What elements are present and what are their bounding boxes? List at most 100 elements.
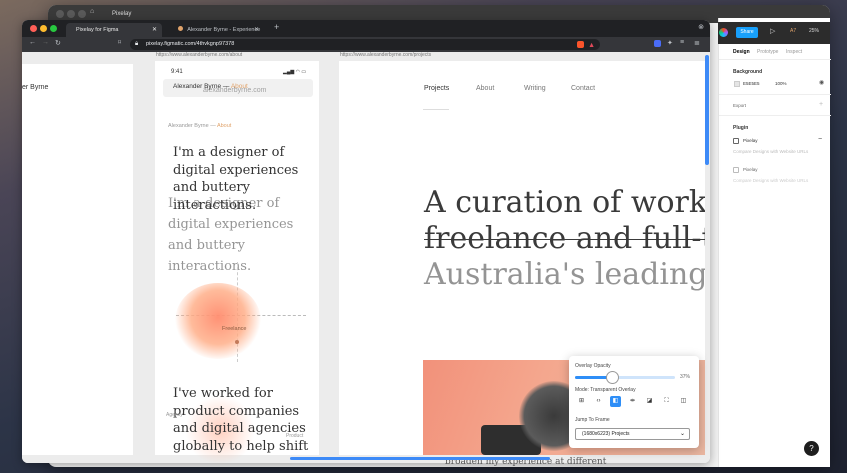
remove-plugin-icon[interactable]: −	[818, 136, 822, 143]
horizontal-scrollbar[interactable]	[290, 457, 550, 460]
opacity-value: 37%	[680, 374, 691, 380]
puzzle-icon[interactable]: ✦	[667, 39, 673, 47]
maximize-window-icon[interactable]	[50, 25, 57, 32]
brave-shield-icon[interactable]	[577, 41, 584, 48]
pixelay-overlay-panel: Overlay Opacity 37% Mode: Transparent Ov…	[569, 356, 699, 448]
plugin-label: Plugin	[733, 125, 749, 131]
lock-icon: 🔒︎	[135, 41, 139, 47]
background-color-value[interactable]: E5E5E5	[743, 81, 760, 86]
url-text: pixelay.figmatic.com/4thvkgnp97378	[146, 41, 235, 47]
divider	[719, 94, 831, 95]
favicon-icon	[178, 26, 183, 31]
close-window-icon[interactable]	[30, 25, 37, 32]
breadcrumb: Alexander Byrne — About	[168, 123, 232, 129]
nav-contact[interactable]: Contact	[571, 85, 595, 92]
new-tab-icon[interactable]: +	[274, 22, 279, 32]
figma-file-tab[interactable]: Pixelay	[106, 7, 137, 21]
mode-difference-icon[interactable]: ◪	[644, 396, 655, 407]
nav-writing[interactable]: Writing	[524, 85, 546, 92]
chevron-down-icon: ⌄	[679, 431, 685, 437]
opacity-slider[interactable]	[575, 371, 675, 384]
hero-line: freelance and full-tim	[424, 221, 705, 256]
divider	[719, 115, 831, 116]
share-button[interactable]: Share	[736, 27, 758, 38]
extension-icon[interactable]	[654, 40, 661, 47]
divider	[719, 59, 831, 60]
about-paragraph: I've worked for product companies and di…	[173, 386, 309, 454]
plugin-description: Compare Designs with Website URLs	[733, 149, 809, 154]
tab-inspect[interactable]: Inspect	[786, 49, 802, 55]
status-time: 9:41	[171, 69, 183, 75]
nav-projects[interactable]: Projects	[424, 85, 449, 92]
plugin-icon	[733, 167, 739, 173]
agency-label: Agency	[166, 412, 183, 418]
mode-transparent-icon[interactable]: ◧	[610, 396, 621, 407]
diagram-label: Freelance	[222, 326, 247, 332]
bookmark-icon[interactable]: ⌑	[118, 39, 121, 46]
figma-toolbar: Share ▷ A7 25%	[718, 22, 830, 44]
jump-to-frame-select[interactable]: (1680x6223) Projects ⌄	[575, 428, 690, 440]
mode-code-icon[interactable]: ‹›	[593, 396, 604, 407]
background-opacity-value[interactable]: 100%	[775, 81, 787, 86]
plugin-name[interactable]: Pixelay	[743, 167, 758, 172]
tab-bar: Pixelay for Figma ✕ Alexander Byrne - Ex…	[22, 20, 710, 47]
opacity-slider-thumb[interactable]	[606, 371, 619, 384]
tab-prototype[interactable]: Prototype	[757, 49, 778, 55]
nav-underline	[423, 109, 449, 110]
mode-label: Mode: Transparent Overlay	[575, 387, 636, 393]
plugin-icon	[733, 138, 739, 144]
tab-title: Pixelay for Figma	[76, 27, 119, 33]
close-dot-icon[interactable]	[56, 10, 64, 18]
reload-icon[interactable]: ↻	[55, 39, 61, 47]
mode-split-icon[interactable]: ⊞	[576, 396, 587, 407]
address-bar[interactable]: 🔒︎ pixelay.figmatic.com/4thvkgnp97378 ▲	[130, 39, 600, 50]
add-export-icon[interactable]: +	[819, 101, 823, 108]
zoom-level[interactable]: 25%	[809, 28, 819, 34]
tab-search-icon[interactable]: ⊗	[698, 23, 704, 31]
rewards-icon[interactable]: ▲	[588, 40, 595, 51]
background-label: Background	[733, 69, 763, 75]
nav-about[interactable]: About	[476, 85, 494, 92]
user-avatar[interactable]	[719, 28, 728, 37]
playlist-icon[interactable]: ≡	[680, 39, 684, 46]
intro-ghost-text: I'm a designer of digital experiences an…	[168, 196, 294, 274]
eye-icon[interactable]: ◉	[819, 79, 824, 86]
background-swatch[interactable]	[734, 81, 740, 87]
back-icon[interactable]: ←	[29, 39, 36, 46]
menu-icon[interactable]: ≣	[694, 39, 700, 47]
close-tab-icon[interactable]: ✕	[254, 23, 259, 37]
mode-swipe-icon[interactable]: ⇹	[627, 396, 638, 407]
jump-label: Jump To Frame	[575, 417, 610, 423]
left-artboard: er Byrne	[22, 64, 133, 455]
status-icons: ▂▄▆ ◠ ▭	[283, 69, 307, 75]
hero-line: Australia's leading o	[424, 257, 705, 292]
nav-ghost-text: alexanderbyrne.com	[203, 87, 267, 94]
vertical-scrollbar[interactable]	[705, 55, 709, 165]
play-icon[interactable]: ▷	[770, 27, 775, 35]
hero-line: A curation of works s	[424, 185, 705, 220]
browser-tab-pixelay[interactable]: Pixelay for Figma ✕	[66, 23, 162, 37]
minimize-dot-icon[interactable]	[67, 10, 75, 18]
export-label: Export	[733, 103, 747, 108]
board-title: er Byrne	[22, 84, 49, 91]
forward-icon[interactable]: →	[42, 39, 49, 46]
frame-url-label: https://www.alexanderbyrne.com/projects	[340, 52, 432, 58]
minimize-window-icon[interactable]	[40, 25, 47, 32]
tab-design[interactable]: Design	[733, 49, 750, 55]
browser-toolbar: ← → ↻ ⌑ 🔒︎ pixelay.figmatic.com/4thvkgnp…	[22, 37, 710, 52]
plugin-name[interactable]: Pixelay	[743, 138, 758, 143]
comments-icon[interactable]: A7	[790, 28, 796, 34]
freelance-blob	[175, 283, 261, 359]
frame-url-label: https://www.alexanderbyrne.com/about	[156, 52, 243, 58]
browser-tab-alexander[interactable]: Alexander Byrne - Experience and ... ✕	[168, 23, 264, 47]
product-label: Product	[286, 433, 304, 439]
figma-properties-panel: Design Prototype Inspect Background E5E5…	[718, 18, 831, 467]
close-tab-icon[interactable]: ✕	[152, 23, 157, 37]
help-button[interactable]: ?	[804, 441, 819, 456]
plugin-description: Compare Designs with Website URLs	[733, 178, 809, 183]
maximize-dot-icon[interactable]	[78, 10, 86, 18]
mode-columns-icon[interactable]: ◫	[678, 396, 689, 407]
mode-crop-icon[interactable]: ⛶	[661, 396, 672, 407]
opacity-label: Overlay Opacity	[575, 363, 611, 369]
home-icon[interactable]: ⌂	[90, 8, 94, 15]
